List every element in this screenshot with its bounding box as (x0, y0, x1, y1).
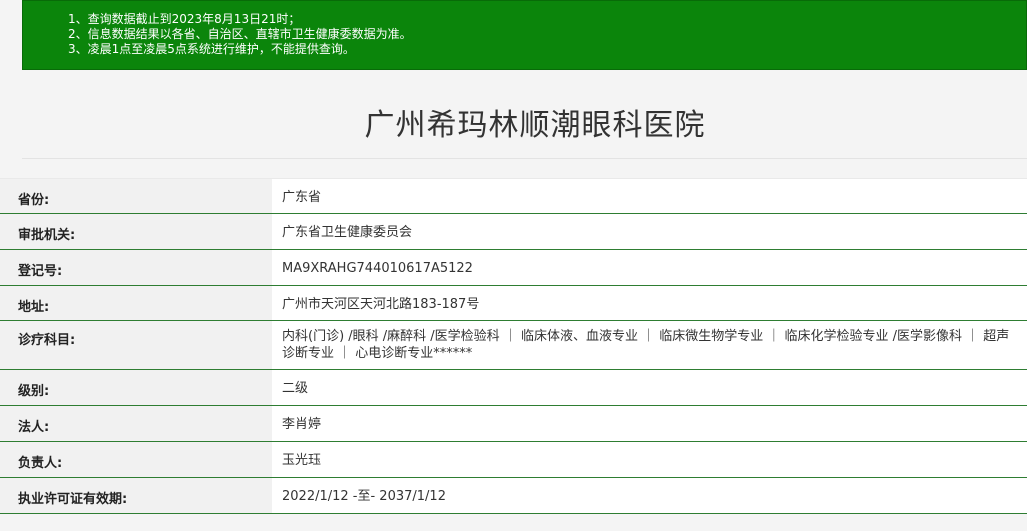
info-row-legal-representative: 法人: 李肖婷 (0, 405, 1027, 442)
info-value: 内科(门诊) /眼科 /麻醉科 /医学检验科 ｜ 临床体液、血液专业 ｜ 临床微… (272, 320, 1027, 370)
info-value: 广东省 (272, 178, 1027, 214)
info-label: 登记号: (0, 249, 272, 286)
info-label: 诊疗科目: (0, 320, 272, 370)
info-value: 广州市天河区天河北路183-187号 (272, 285, 1027, 321)
hospital-title: 广州希玛林顺潮眼科医院 (364, 108, 706, 143)
info-row-address: 地址: 广州市天河区天河北路183-187号 (0, 285, 1027, 321)
info-label: 法人: (0, 405, 272, 442)
notice-line-2: 2、信息数据结果以各省、自治区、直辖市卫生健康委数据为准。 (68, 27, 412, 41)
info-row-registration-number: 登记号: MA9XRAHG744010617A5122 (0, 249, 1027, 286)
info-row-person-in-charge: 负责人: 玉光珏 (0, 441, 1027, 478)
info-row-level: 级别: 二级 (0, 369, 1027, 406)
hospital-info-page: 1、查询数据截止到2023年8月13日21时； 2、信息数据结果以各省、自治区、… (0, 0, 1027, 531)
notice-line-3: 3、凌晨1点至凌晨5点系统进行维护，不能提供查询。 (68, 42, 355, 56)
info-row-approval-authority: 审批机关: 广东省卫生健康委员会 (0, 213, 1027, 250)
info-value: 广东省卫生健康委员会 (272, 213, 1027, 250)
info-value: 李肖婷 (272, 405, 1027, 442)
info-label: 负责人: (0, 441, 272, 478)
info-value: MA9XRAHG744010617A5122 (272, 249, 1027, 286)
info-label: 省份: (0, 178, 272, 214)
info-label: 级别: (0, 369, 272, 406)
info-value: 玉光珏 (272, 441, 1027, 478)
info-label: 执业许可证有效期: (0, 477, 272, 514)
info-row-province: 省份: 广东省 (0, 178, 1027, 214)
notice-banner: 1、查询数据截止到2023年8月13日21时； 2、信息数据结果以各省、自治区、… (22, 0, 1027, 70)
info-row-departments: 诊疗科目: 内科(门诊) /眼科 /麻醉科 /医学检验科 ｜ 临床体液、血液专业… (0, 320, 1027, 370)
hospital-info-table: 省份: 广东省 审批机关: 广东省卫生健康委员会 登记号: MA9XRAHG74… (0, 178, 1027, 514)
info-value: 二级 (272, 369, 1027, 406)
info-value: 2022/1/12 -至- 2037/1/12 (272, 477, 1027, 514)
notice-line-1: 1、查询数据截止到2023年8月13日21时； (68, 12, 301, 26)
info-label: 地址: (0, 285, 272, 321)
title-divider (22, 158, 1027, 159)
info-row-license-validity: 执业许可证有效期: 2022/1/12 -至- 2037/1/12 (0, 477, 1027, 514)
info-label: 审批机关: (0, 213, 272, 250)
